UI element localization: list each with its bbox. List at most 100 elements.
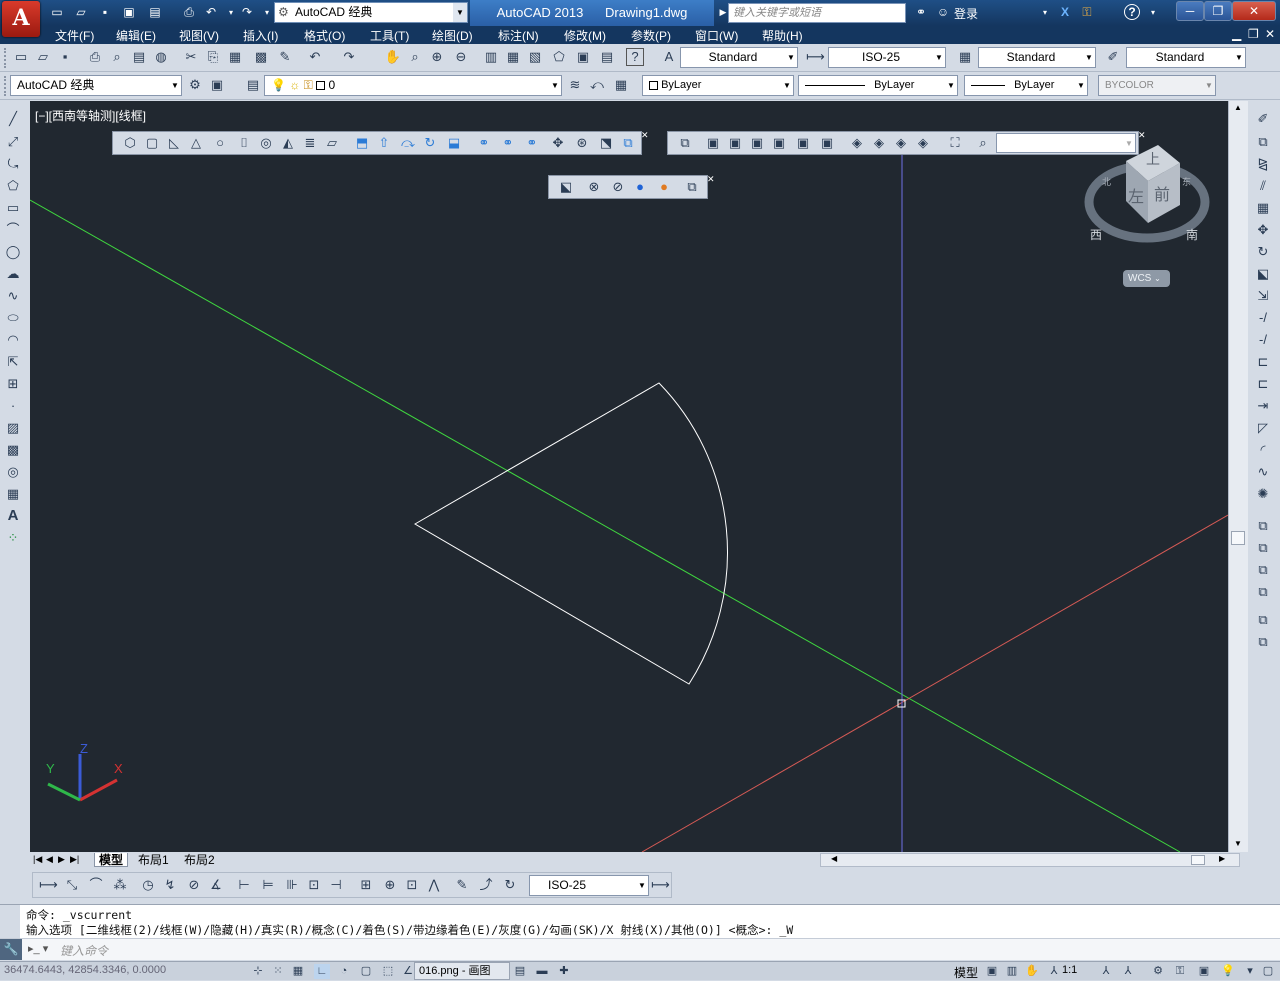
loft-icon[interactable]: ⬓ (445, 134, 463, 152)
grid-display-icon[interactable]: ▦ (290, 964, 306, 979)
menu-draw[interactable]: 绘图(D) (432, 27, 473, 44)
next-tab-icon[interactable]: ▶ (58, 854, 65, 865)
multileader-style-icon[interactable]: ✐ (1104, 48, 1122, 66)
aligned-dim-icon[interactable]: ⤡ (63, 876, 81, 894)
draworder-back-icon[interactable]: ⧉ (1254, 539, 1272, 557)
table-style-select[interactable]: Standard ▼ (978, 47, 1096, 68)
linear-dim-icon[interactable]: ⟼ (39, 876, 58, 894)
hatch-back-icon[interactable]: ⧉ (1254, 633, 1272, 651)
first-tab-icon[interactable]: |◀ (33, 854, 42, 865)
copy-icon[interactable]: ⎘ (204, 48, 222, 66)
doc-restore-icon[interactable]: ❐ (1248, 27, 1259, 41)
mirror-icon[interactable]: ⧎ (1254, 155, 1272, 173)
customize-icon[interactable]: 🔧 (0, 939, 22, 960)
plot-preview-icon[interactable]: ▤ (146, 4, 164, 21)
stretch-icon[interactable]: ⇲ (1254, 287, 1272, 305)
text-style-icon[interactable]: A (660, 48, 678, 66)
plot-style-select[interactable]: BYCOLOR ▼ (1098, 75, 1216, 96)
torus-icon[interactable]: ◎ (257, 134, 275, 152)
box-icon[interactable]: ▢ (143, 134, 161, 152)
scroll-left-icon[interactable]: ◀ (831, 854, 837, 863)
menu-window[interactable]: 窗口(W) (695, 27, 738, 44)
circle-icon[interactable]: ◯ (4, 243, 22, 261)
union-icon[interactable]: ⚭ (475, 134, 493, 152)
polysolid-icon[interactable]: ⬡ (121, 134, 139, 152)
help-icon[interactable]: ? (1124, 4, 1140, 20)
gradient-icon[interactable]: ▩ (4, 441, 22, 459)
line-icon[interactable]: ╱ (4, 110, 22, 128)
view-select[interactable]: ▼ (996, 133, 1136, 153)
spline-icon[interactable]: ∿ (4, 287, 22, 305)
arc-icon[interactable]: ⌒ (4, 221, 22, 239)
snap-mode-icon[interactable]: ⁙ (270, 964, 286, 979)
layer-previous-icon[interactable]: ⤺ (588, 76, 606, 94)
sphere-icon[interactable]: ○ (211, 134, 229, 152)
dim-style-manager-icon[interactable]: ⟼ (651, 876, 670, 894)
jogged-dim-icon[interactable]: ↯ (161, 876, 179, 894)
subtract-icon[interactable]: ⚭ (499, 134, 517, 152)
make-current-layer-icon[interactable]: ≋ (566, 76, 584, 94)
wireframe-icon[interactable]: ⊗ (585, 178, 603, 196)
tab-layout1[interactable]: 布局1 (134, 853, 173, 867)
ortho-mode-icon[interactable]: ∟ (314, 964, 330, 979)
last-tab-icon[interactable]: ▶| (70, 854, 79, 865)
draworder-front-icon[interactable]: ⧉ (1254, 517, 1272, 535)
auto-scale-icon[interactable]: ⅄ (1120, 964, 1136, 979)
pyramid-icon[interactable]: ◭ (279, 134, 297, 152)
break-icon[interactable]: ⊏ (1254, 375, 1272, 393)
ellipse-icon[interactable]: ⬭ (4, 309, 22, 327)
tool-palettes-icon[interactable]: ▧ (526, 48, 544, 66)
layer-state-icon[interactable]: ▦ (612, 76, 630, 94)
coordinate-display[interactable]: 36474.6443, 42854.3346, 0.0000 (4, 964, 166, 976)
workspace-toolbar-select[interactable]: AutoCAD 经典 ▼ (10, 75, 182, 96)
object-snap-icon[interactable]: ▢ (358, 964, 374, 979)
baseline-dim-icon[interactable]: ⊨ (259, 876, 277, 894)
scroll-thumb[interactable] (1231, 531, 1245, 545)
drawing-canvas[interactable] (30, 101, 1228, 852)
region-icon[interactable]: ◎ (4, 463, 22, 481)
viewcube-front-label[interactable]: 前 (1154, 181, 1170, 205)
compass-south-label[interactable]: 南 (1186, 226, 1198, 243)
break-at-point-icon[interactable]: ⊏ (1254, 353, 1272, 371)
revision-cloud-icon[interactable]: ☁ (4, 265, 22, 283)
preview-icon[interactable]: ⌕ (108, 48, 126, 66)
bottom-view-icon[interactable]: ▣ (726, 134, 744, 152)
login-dropdown-icon[interactable]: ▾ (1036, 4, 1054, 21)
properties-icon[interactable]: ▥ (482, 48, 500, 66)
markup-icon[interactable]: ▣ (574, 48, 592, 66)
command-window-grip[interactable] (0, 905, 20, 939)
lineweight-display-icon[interactable]: ▬ (534, 964, 550, 979)
angular-dim-icon[interactable]: ∡ (207, 876, 225, 894)
sw-iso-view-icon[interactable]: ◈ (848, 134, 866, 152)
presspull-icon[interactable]: ⇧ (375, 134, 393, 152)
se-iso-view-icon[interactable]: ◈ (870, 134, 888, 152)
open-icon[interactable]: ▱ (72, 4, 90, 21)
multiline-text-icon[interactable]: A (4, 507, 22, 525)
named-views-icon[interactable]: ⧉ (676, 134, 694, 152)
zoom-window-icon[interactable]: ⊕ (428, 48, 446, 66)
menu-edit[interactable]: 编辑(E) (116, 27, 156, 44)
layer-select[interactable]: 💡 ☼ ⚿ 0 ▼ (264, 75, 562, 96)
close-button[interactable]: ✕ (1232, 1, 1276, 21)
chamfer-icon[interactable]: ◸ (1254, 419, 1272, 437)
dim-style-select[interactable]: ISO-25 ▼ (828, 47, 946, 68)
qnew-icon[interactable]: ▭ (12, 48, 30, 66)
user-icon[interactable]: ☺ (934, 4, 952, 21)
ordinate-dim-icon[interactable]: ⁂ (111, 876, 129, 894)
move-icon[interactable]: ✥ (1254, 221, 1272, 239)
menu-help[interactable]: 帮助(H) (762, 27, 803, 44)
tab-layout2[interactable]: 布局2 (180, 853, 219, 867)
compass-west-label[interactable]: 西 (1090, 226, 1102, 243)
polar-tracking-icon[interactable]: ◔ (336, 964, 352, 979)
multileader-style-select[interactable]: Standard ▼ (1126, 47, 1246, 68)
save-file-icon[interactable]: ▪ (56, 48, 74, 66)
command-prompt-icon[interactable]: ▸_ ▾ (28, 942, 48, 955)
tab-model[interactable]: 模型 (94, 853, 129, 867)
menu-dimension[interactable]: 标注(N) (498, 27, 539, 44)
redo-icon[interactable]: ↷ (238, 4, 256, 21)
annotation-scale-icon[interactable]: ⅄ (1046, 964, 1062, 979)
new-camera-icon[interactable]: ⛶ (946, 134, 964, 152)
workspace-save-icon[interactable]: ▣ (208, 76, 226, 94)
toolbar-grip[interactable] (4, 48, 8, 68)
wcs-menu[interactable]: WCS ⌄ (1123, 270, 1170, 287)
